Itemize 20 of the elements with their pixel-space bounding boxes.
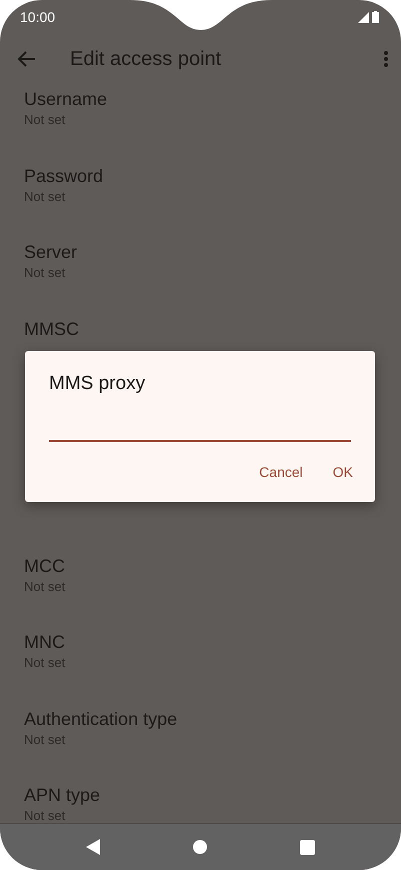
setting-title[interactable]: APN type	[24, 783, 100, 807]
setting-title[interactable]: Server	[24, 240, 78, 264]
dialog-button[interactable]: OK	[320, 456, 365, 488]
setting-title[interactable]: MCC	[24, 554, 65, 578]
dialog-button[interactable]: Cancel	[247, 456, 315, 488]
more-options-icon[interactable]	[383, 50, 389, 68]
signal-icon	[358, 12, 369, 22]
status-time: 10:00	[20, 9, 56, 25]
setting-title[interactable]: MNC	[24, 630, 65, 654]
home-icon[interactable]	[192, 840, 207, 854]
setting-title[interactable]: Username	[24, 87, 108, 111]
setting-title[interactable]: MMSC	[24, 316, 79, 340]
battery-icon	[372, 11, 379, 23]
recents-icon[interactable]	[300, 840, 315, 854]
screen-title: Edit access point	[70, 48, 222, 70]
setting-title[interactable]: Password	[24, 164, 104, 188]
setting-title[interactable]: Authentication type	[24, 706, 178, 730]
back-arrow-icon[interactable]	[16, 50, 36, 68]
dialog-title: MMS proxy	[49, 372, 146, 394]
back-icon[interactable]	[86, 839, 100, 855]
